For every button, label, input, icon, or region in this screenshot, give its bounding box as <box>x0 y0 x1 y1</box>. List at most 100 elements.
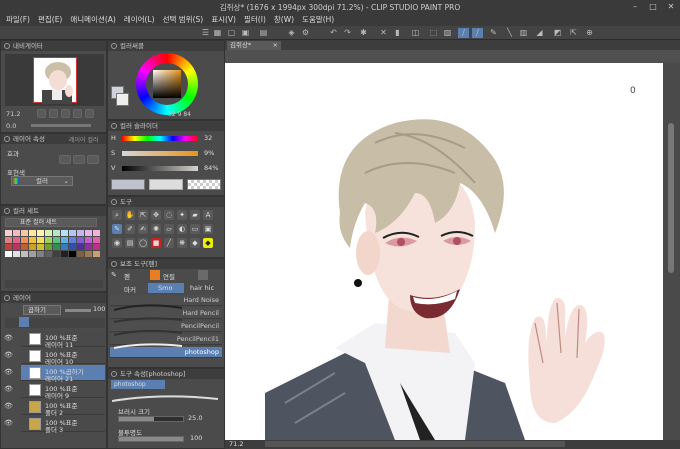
layer-opacity-slider[interactable] <box>65 309 91 312</box>
brush-size-value[interactable]: 25.0 <box>188 414 202 422</box>
pen-icon[interactable]: ∕ <box>458 28 469 38</box>
color-swatch[interactable] <box>69 244 76 250</box>
color-swatch[interactable] <box>37 244 44 250</box>
deselect-icon[interactable]: ⬚ <box>428 28 439 38</box>
operation-tool-icon[interactable]: ⇱ <box>138 210 148 220</box>
color-swatch[interactable] <box>69 251 76 257</box>
color-swatch[interactable] <box>13 230 20 236</box>
lasso-tool-icon[interactable]: ◌ <box>164 210 174 220</box>
frame-tool-icon[interactable]: ▣ <box>203 224 213 234</box>
close-tab-icon[interactable]: × <box>273 41 278 50</box>
color-swatch[interactable] <box>77 230 84 236</box>
hue-ring[interactable] <box>136 53 198 115</box>
canvas-workspace[interactable]: 0 <box>225 50 680 440</box>
color-swatch[interactable] <box>85 237 92 243</box>
color-swatch[interactable] <box>45 251 52 257</box>
vertical-scrollbar[interactable] <box>663 63 680 440</box>
color-swatch[interactable] <box>61 237 68 243</box>
maximize-button[interactable]: □ <box>644 1 662 12</box>
brush-tool-icon[interactable]: ✍ <box>138 224 148 234</box>
grid-icon[interactable]: ▦ <box>212 28 223 38</box>
color-swatch[interactable] <box>85 230 92 236</box>
navigator-zoom-value[interactable]: 71.2 <box>6 110 20 118</box>
clip-studio-icon[interactable]: ◈ <box>286 28 297 38</box>
sub-tool-tab-marker[interactable]: 마커 <box>124 284 136 294</box>
menu-select[interactable]: 선택 범위(S) <box>163 14 204 25</box>
layer-visibility-eye-icon[interactable]: 👁 <box>4 334 15 344</box>
h-value[interactable]: 32 <box>204 134 212 142</box>
color-swatch[interactable] <box>13 251 20 257</box>
color-swatch[interactable] <box>93 230 100 236</box>
color-swatch[interactable] <box>21 244 28 250</box>
color-swatch[interactable] <box>53 251 60 257</box>
delete-icon[interactable]: ✕ <box>378 28 389 38</box>
layer-row[interactable]: 100 %표준 레이어 10 <box>21 348 105 366</box>
blend-tool-icon[interactable]: ◐ <box>177 224 187 234</box>
color-effect-icon[interactable] <box>73 155 85 164</box>
zoom-tool-icon[interactable]: ⌕ <box>112 210 122 220</box>
color-swatch[interactable] <box>53 237 60 243</box>
invert-icon[interactable]: ▧ <box>442 28 453 38</box>
sub-tool-tab-smooth[interactable]: Smo <box>148 283 184 293</box>
redo-icon[interactable]: ↷ <box>342 28 353 38</box>
ruler-icon[interactable]: ∕ <box>472 28 483 38</box>
save-icon[interactable]: ▤ <box>258 28 269 38</box>
flip-icon[interactable] <box>85 109 94 118</box>
color-swatch[interactable] <box>77 237 84 243</box>
swap-color-icon[interactable]: ◆ <box>203 238 213 248</box>
brush-size-slider[interactable] <box>118 416 184 422</box>
color-swatch[interactable] <box>85 244 92 250</box>
sub-color-swatch[interactable] <box>116 93 129 106</box>
canvas-tab[interactable]: 김쥐상* × <box>227 41 281 50</box>
sub-tool-tab-hair[interactable]: hair hic <box>190 284 214 292</box>
layer-row[interactable]: 100 %표준 레이어 11 <box>21 331 105 349</box>
v-slider[interactable] <box>122 166 198 171</box>
color-swatch[interactable] <box>53 244 60 250</box>
navigator-rotate-value[interactable]: 0.0 <box>6 122 16 130</box>
eraser-tool-icon[interactable]: ▱ <box>164 224 174 234</box>
color-swatch[interactable] <box>29 251 36 257</box>
saturation-value-square[interactable] <box>153 70 181 98</box>
scroll-thumb[interactable] <box>668 123 674 273</box>
menu-icon[interactable]: ☰ <box>200 28 211 38</box>
fill-icon[interactable]: ▮ <box>392 28 403 38</box>
color-swatch[interactable] <box>77 244 84 250</box>
new-file-icon[interactable]: ▢ <box>226 28 237 38</box>
sub-tool-tab-pen[interactable]: 펜 <box>124 271 130 281</box>
cursor-icon[interactable]: ⇱ <box>568 28 579 38</box>
color-swatch[interactable] <box>61 230 68 236</box>
tone-effect-icon[interactable] <box>87 155 99 164</box>
color-swatch[interactable] <box>69 230 76 236</box>
text-tool-icon[interactable]: A <box>203 210 213 220</box>
snap-icon[interactable]: ▥ <box>518 28 529 38</box>
layer-row[interactable]: 100 %표준 폴더 2 <box>21 399 105 417</box>
color-swatch[interactable] <box>61 251 68 257</box>
globe-icon[interactable]: ⊕ <box>584 28 595 38</box>
color-swatch[interactable] <box>37 237 44 243</box>
color-swatch[interactable] <box>93 237 100 243</box>
color-swatch[interactable] <box>29 230 36 236</box>
pencil-icon[interactable]: ✎ <box>488 28 499 38</box>
status-zoom[interactable]: 71.2 <box>229 440 243 448</box>
color-swatch[interactable] <box>5 251 12 257</box>
fit-icon[interactable] <box>61 109 70 118</box>
triangle-icon[interactable]: ◢ <box>534 28 545 38</box>
open-icon[interactable]: ▣ <box>240 28 251 38</box>
transparent-color-box[interactable] <box>187 179 221 190</box>
menu-edit[interactable]: 편집(E) <box>38 14 62 25</box>
opacity-value[interactable]: 100 <box>190 434 202 442</box>
menu-window[interactable]: 창(W) <box>274 14 294 25</box>
color-swatch[interactable] <box>21 251 28 257</box>
h-slider[interactable] <box>122 136 198 141</box>
layer-row[interactable]: 100 %표준 레이어 9 <box>21 382 105 400</box>
minimize-button[interactable]: – <box>626 1 644 12</box>
sub-tool-tab-pencil[interactable]: 연필 <box>163 271 175 281</box>
layer-visibility-eye-icon[interactable]: 👁 <box>4 419 15 429</box>
hand-tool-icon[interactable]: ✋ <box>125 210 135 220</box>
color-swatch[interactable] <box>21 237 28 243</box>
color-swatch[interactable] <box>21 230 28 236</box>
rotate-slider[interactable] <box>31 124 91 127</box>
layer-opacity-value[interactable]: 100 <box>93 305 105 313</box>
v-value[interactable]: 84% <box>204 164 218 172</box>
color-swatch[interactable] <box>5 237 12 243</box>
